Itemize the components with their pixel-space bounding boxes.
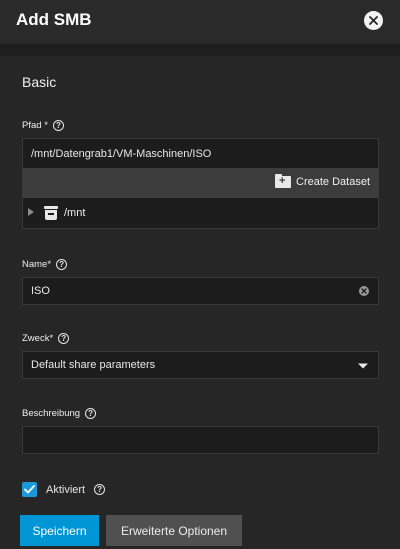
help-icon[interactable]: ? <box>58 333 70 344</box>
description-input[interactable] <box>22 426 379 454</box>
clear-icon[interactable] <box>359 286 369 296</box>
explorer-toolbar: + Create Dataset <box>22 169 379 198</box>
description-label: Beschreibung ? <box>22 408 97 419</box>
enabled-label: Aktiviert <box>46 483 86 496</box>
close-icon[interactable] <box>364 11 383 30</box>
expand-arrow-icon[interactable] <box>28 208 34 216</box>
help-icon[interactable]: ? <box>85 408 97 419</box>
path-label: Pfad * ? <box>22 120 64 131</box>
enabled-row: Aktiviert ? <box>22 482 106 497</box>
help-icon[interactable]: ? <box>56 259 68 270</box>
enabled-checkbox[interactable] <box>22 482 37 497</box>
dialog-title: Add SMB <box>16 10 92 29</box>
name-input[interactable]: ISO <box>22 277 379 305</box>
save-button[interactable]: Speichern <box>20 515 99 546</box>
tree-node-mnt[interactable]: /mnt <box>64 207 85 219</box>
name-label: Name* ? <box>22 259 68 270</box>
create-dataset-label: Create Dataset <box>296 176 370 188</box>
purpose-label: Zweck* ? <box>22 333 70 344</box>
help-icon[interactable]: ? <box>94 484 106 495</box>
path-input[interactable]: /mnt/Datengrab1/VM-Maschinen/ISO <box>22 138 379 169</box>
dialog-header: Add SMB <box>0 0 400 44</box>
check-icon <box>24 485 35 494</box>
help-icon[interactable]: ? <box>52 120 64 131</box>
chevron-down-icon <box>358 363 368 369</box>
server-icon <box>44 206 58 220</box>
file-tree: /mnt <box>22 198 379 229</box>
advanced-options-button[interactable]: Erweiterte Optionen <box>106 515 242 546</box>
create-dataset-button[interactable]: + Create Dataset <box>275 174 370 188</box>
purpose-select[interactable]: Default share parameters <box>22 351 379 379</box>
name-input-value: ISO <box>31 285 50 297</box>
folder-plus-icon: + <box>275 174 292 188</box>
purpose-select-value: Default share parameters <box>31 359 156 371</box>
path-input-value: /mnt/Datengrab1/VM-Maschinen/ISO <box>31 147 212 160</box>
section-title: Basic <box>22 74 57 90</box>
